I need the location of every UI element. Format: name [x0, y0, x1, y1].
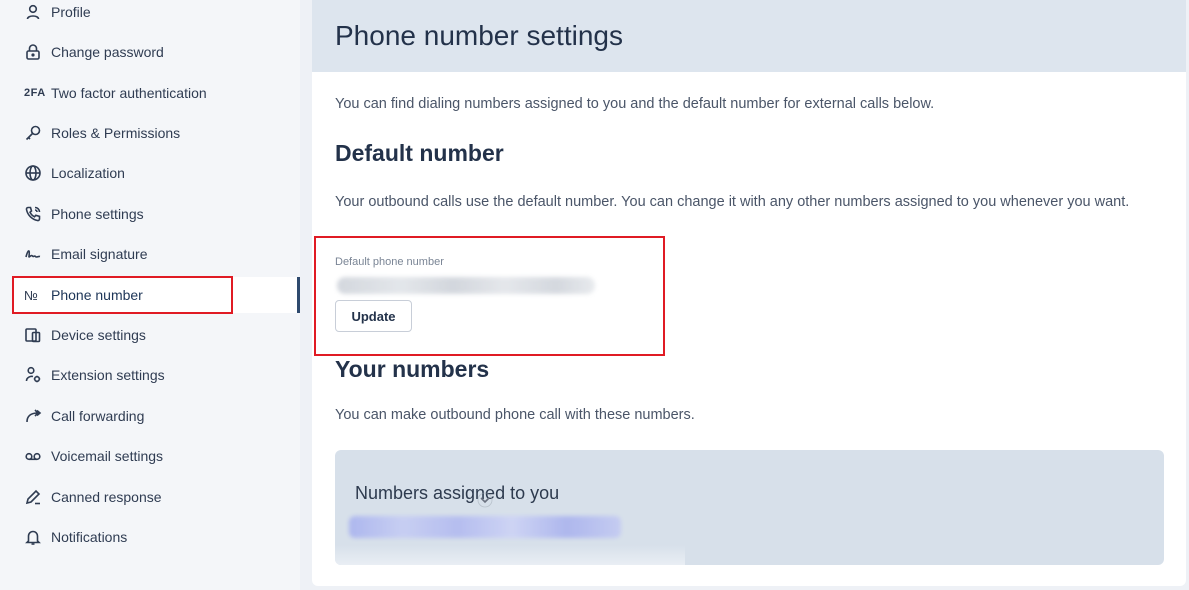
sidebar-item-label: Device settings [51, 327, 146, 343]
cursor-icon [476, 492, 494, 510]
sidebar-item-label: Roles & Permissions [51, 125, 181, 141]
bell-icon [24, 528, 42, 546]
sidebar-item-phone-number[interactable]: № Phone number [14, 277, 300, 313]
globe-icon [24, 164, 42, 182]
sidebar-item-change-password[interactable]: Change password [14, 34, 300, 70]
phone-icon [24, 205, 42, 223]
sidebar-item-label: Call forwarding [51, 408, 145, 424]
sidebar-item-canned-response[interactable]: Canned response [14, 479, 300, 515]
sidebar-item-label: Email signature [51, 246, 148, 262]
default-phone-number-value-redacted [337, 277, 595, 294]
sidebar-item-phone-settings[interactable]: Phone settings [14, 196, 300, 232]
sidebar-item-profile[interactable]: Profile [14, 0, 300, 30]
lock-icon [24, 43, 42, 61]
sidebar-item-label: Voicemail settings [51, 448, 164, 464]
sidebar-item-label: Two factor authentication [51, 85, 207, 101]
default-phone-number-label: Default phone number [335, 256, 444, 268]
default-number-description: Your outbound calls use the default numb… [335, 194, 1130, 210]
sidebar-item-localization[interactable]: Localization [14, 155, 300, 191]
default-number-heading: Default number [335, 140, 504, 166]
numbers-assigned-panel: Numbers assigned to you [335, 450, 1164, 565]
your-numbers-heading: Your numbers [335, 356, 490, 382]
key-icon [24, 124, 42, 142]
devices-icon [24, 326, 42, 344]
sidebar-item-roles[interactable]: Roles & Permissions [14, 115, 300, 151]
sidebar-item-label: Phone settings [51, 206, 144, 222]
sidebar-item-label: Extension settings [51, 367, 165, 383]
voicemail-icon [24, 447, 42, 465]
user-gear-icon [24, 366, 42, 384]
sidebar-item-label: Profile [51, 4, 91, 20]
numbers-assigned-title: Numbers assigned to you [355, 483, 560, 503]
sidebar-item-call-forwarding[interactable]: Call forwarding [14, 398, 300, 434]
page-title: Phone number settings [335, 20, 623, 51]
assigned-number-redacted[interactable] [349, 516, 621, 538]
sidebar: Profile Change password 2FA Two factor a… [0, 0, 300, 590]
sidebar-item-device-settings[interactable]: Device settings [14, 317, 300, 353]
your-numbers-description: You can make outbound phone call with th… [335, 407, 695, 423]
sidebar-item-notifications[interactable]: Notifications [14, 519, 300, 555]
main-panel: Phone number settings You can find diali… [312, 0, 1186, 586]
update-button[interactable]: Update [335, 300, 412, 332]
user-icon [24, 3, 42, 21]
active-indicator [297, 277, 300, 313]
numero-icon: № [24, 287, 39, 303]
forward-arrow-icon [24, 407, 42, 425]
sidebar-item-extension-settings[interactable]: Extension settings [14, 357, 300, 393]
pen-icon [24, 488, 42, 506]
sidebar-item-label: Change password [51, 44, 164, 60]
page-header: Phone number settings [312, 0, 1186, 72]
sidebar-item-label: Phone number [51, 287, 143, 303]
sidebar-item-voicemail-settings[interactable]: Voicemail settings [14, 438, 300, 474]
sidebar-item-two-factor[interactable]: 2FA Two factor authentication [14, 75, 300, 111]
intro-text: You can find dialing numbers assigned to… [335, 96, 935, 112]
signature-icon [24, 245, 42, 263]
panel-fade [335, 545, 685, 565]
sidebar-item-label: Canned response [51, 489, 162, 505]
sidebar-item-label: Localization [51, 165, 125, 181]
app-window: Profile Change password 2FA Two factor a… [0, 0, 1189, 590]
sidebar-item-email-signature[interactable]: Email signature [14, 236, 300, 272]
2fa-icon: 2FA [24, 87, 46, 99]
sidebar-item-label: Notifications [51, 529, 128, 545]
